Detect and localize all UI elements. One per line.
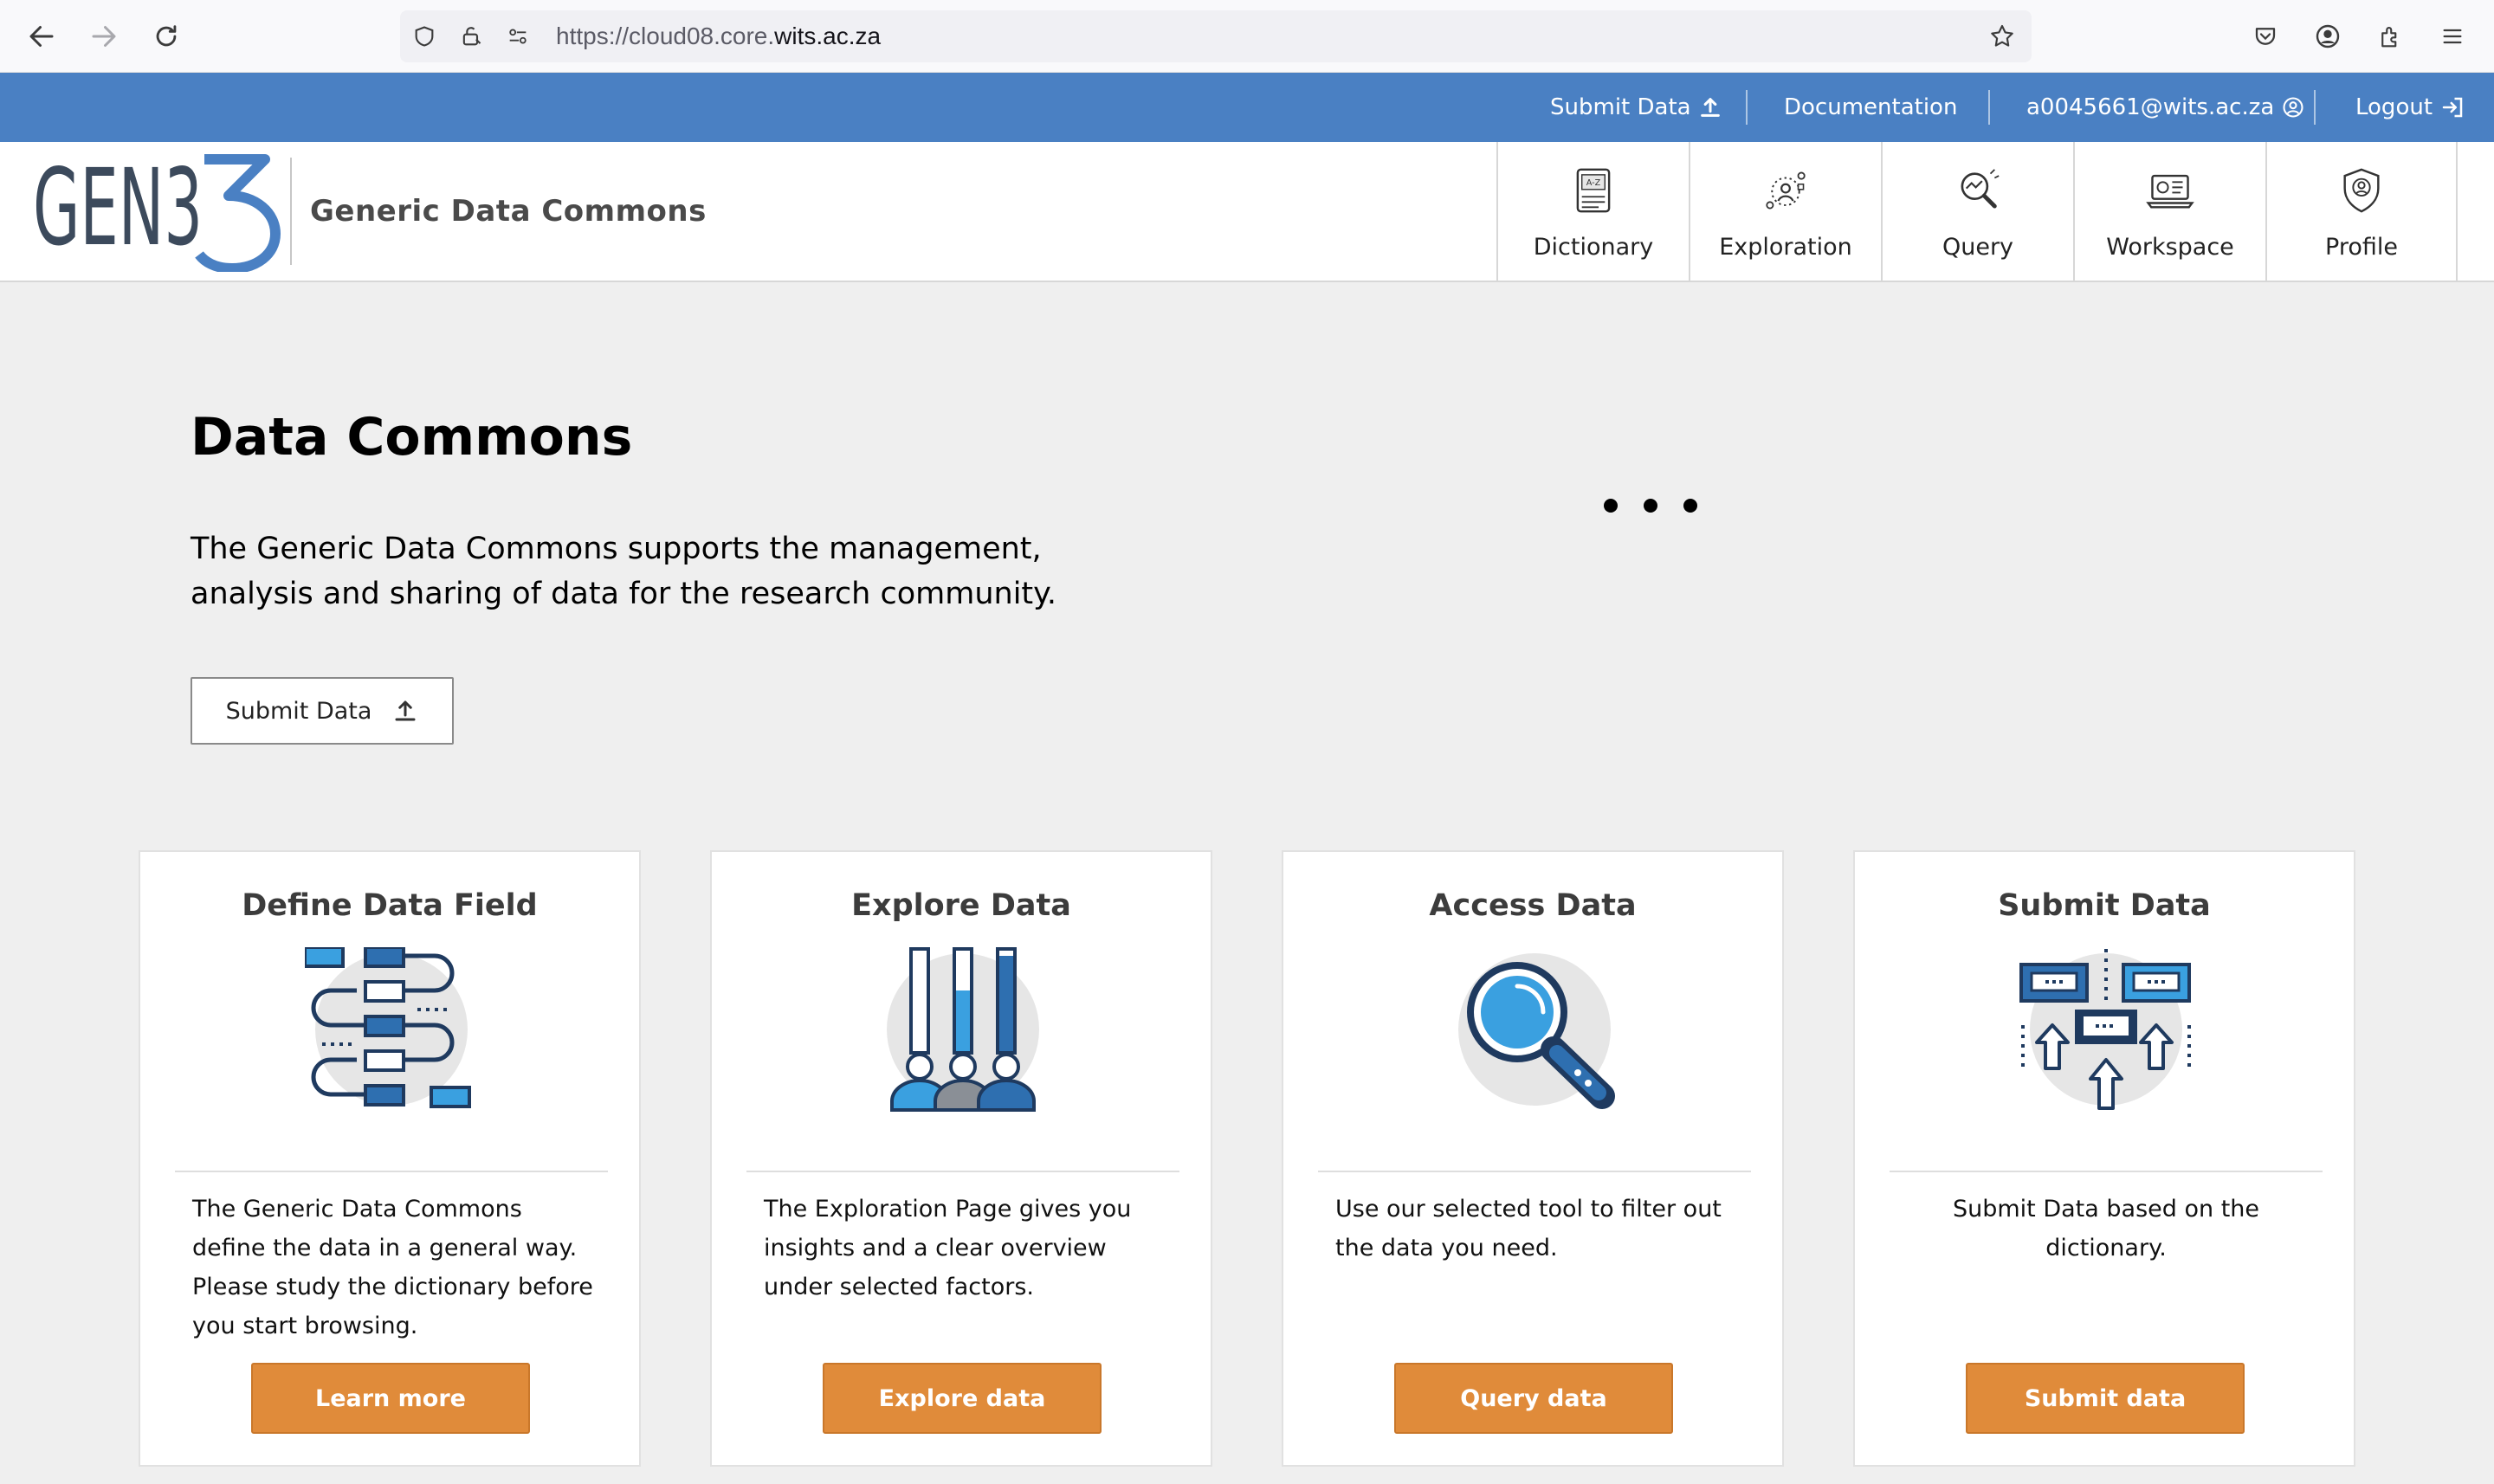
card-divider xyxy=(1318,1171,1751,1172)
explore-data-icon xyxy=(887,947,1039,1112)
user-account-link[interactable]: a0045661@wits.ac.za xyxy=(2026,92,2305,123)
hero-description-line: analysis and sharing of data for the res… xyxy=(191,577,1056,611)
logout-label: Logout xyxy=(2355,94,2433,120)
separator xyxy=(1746,90,1748,125)
address-bar[interactable]: https://cloud08.core.wits.ac.za xyxy=(400,10,2032,62)
explore-data-button[interactable]: Explore data xyxy=(823,1363,1102,1434)
upload-icon xyxy=(1700,98,1720,117)
nav-query-label: Query xyxy=(1942,234,2014,261)
separator xyxy=(2314,90,2316,125)
logo-divider xyxy=(290,158,292,265)
gen3-logo[interactable]: GEN3 xyxy=(33,154,284,272)
card-divider xyxy=(1890,1171,2323,1172)
user-email: a0045661@wits.ac.za xyxy=(2026,94,2275,120)
submit-data-button[interactable]: Submit data xyxy=(1966,1363,2245,1434)
nav-workspace[interactable]: Workspace xyxy=(2073,142,2265,282)
permissions-icon[interactable] xyxy=(504,23,532,50)
nav-dictionary-label: Dictionary xyxy=(1533,234,1654,261)
card-description: Use our selected tool to filter out the … xyxy=(1335,1196,1722,1261)
carousel-loading-dots-icon xyxy=(1604,499,1697,513)
card-title: Explore Data xyxy=(851,888,1071,923)
card-submit-data: Submit Data Submit Data based on the dic… xyxy=(1853,850,2355,1467)
account-icon[interactable] xyxy=(2310,19,2345,54)
learn-more-button[interactable]: Learn more xyxy=(251,1363,530,1434)
back-arrow-icon[interactable] xyxy=(23,17,61,55)
hero-title: Data Commons xyxy=(191,407,633,468)
svg-text:GEN3: GEN3 xyxy=(33,154,203,269)
hero-submit-data-label: Submit Data xyxy=(225,697,372,725)
query-data-button[interactable]: Query data xyxy=(1394,1363,1673,1434)
site-title[interactable]: Generic Data Commons xyxy=(310,194,707,229)
user-circle-icon xyxy=(2283,97,2303,118)
forward-arrow-icon[interactable] xyxy=(85,17,123,55)
separator xyxy=(1988,90,1990,125)
browser-toolbar: https://cloud08.core.wits.ac.za xyxy=(0,0,2494,73)
site-header: GEN3 Generic Data Commons A-Z Dictionary… xyxy=(0,142,2494,282)
lock-icon[interactable] xyxy=(457,23,485,50)
nav-exploration-label: Exploration xyxy=(1719,234,1852,261)
documentation-link-label: Documentation xyxy=(1784,94,1958,120)
nav-exploration[interactable]: Exploration xyxy=(1689,142,1881,282)
submit-data-link[interactable]: Submit Data xyxy=(1550,92,1722,123)
top-utility-bar: Submit Data Documentation a0045661@wits.… xyxy=(0,73,2494,142)
reload-icon[interactable] xyxy=(147,17,185,55)
card-title: Access Data xyxy=(1429,888,1637,923)
card-description: Submit Data based on the dictionary. xyxy=(1952,1196,2260,1261)
card-description: The Generic Data Commons define the data… xyxy=(192,1196,593,1339)
card-title: Define Data Field xyxy=(242,888,538,923)
data-flow-icon xyxy=(305,947,471,1108)
nav-profile[interactable]: Profile xyxy=(2265,142,2458,282)
bookmark-star-icon[interactable] xyxy=(1988,23,2016,50)
pocket-icon[interactable] xyxy=(2248,19,2283,54)
card-explore-data: Explore Data The Exploration Page gives … xyxy=(710,850,1212,1467)
card-title: Submit Data xyxy=(1998,888,2211,923)
nav-query[interactable]: Query xyxy=(1881,142,2073,282)
query-icon xyxy=(1952,165,2004,216)
svg-text:A-Z: A-Z xyxy=(1586,178,1601,188)
workspace-icon xyxy=(2144,165,2196,216)
hero-submit-data-button[interactable]: Submit Data xyxy=(191,677,454,745)
hero-description-line: The Generic Data Commons supports the ma… xyxy=(191,532,1042,566)
extensions-icon[interactable] xyxy=(2373,19,2407,54)
dictionary-icon: A-Z xyxy=(1567,165,1619,216)
card-divider xyxy=(175,1171,608,1172)
shield-icon[interactable] xyxy=(410,23,438,50)
logout-link[interactable]: Logout xyxy=(2355,92,2465,123)
submit-data-icon xyxy=(2019,949,2191,1110)
card-define-data-field: Define Data Field The Generic Data Commo… xyxy=(139,850,641,1467)
nav-dictionary[interactable]: A-Z Dictionary xyxy=(1496,142,1689,282)
card-description: The Exploration Page gives you insights … xyxy=(764,1196,1132,1300)
submit-data-link-label: Submit Data xyxy=(1550,94,1691,120)
hero-description: The Generic Data Commons supports the ma… xyxy=(191,526,1056,616)
nav-workspace-label: Workspace xyxy=(2106,234,2234,261)
url-text[interactable]: https://cloud08.core.wits.ac.za xyxy=(556,23,881,50)
menu-icon[interactable] xyxy=(2435,19,2470,54)
upload-icon xyxy=(395,700,416,721)
card-divider xyxy=(746,1171,1179,1172)
profile-icon xyxy=(2336,165,2387,216)
documentation-link[interactable]: Documentation xyxy=(1784,92,1957,123)
logout-icon xyxy=(2442,97,2463,118)
card-access-data: Access Data Use our selected tool to fil… xyxy=(1282,850,1784,1467)
nav-profile-label: Profile xyxy=(2325,234,2398,261)
magnifier-icon xyxy=(1458,953,1615,1109)
exploration-icon xyxy=(1760,165,1812,216)
